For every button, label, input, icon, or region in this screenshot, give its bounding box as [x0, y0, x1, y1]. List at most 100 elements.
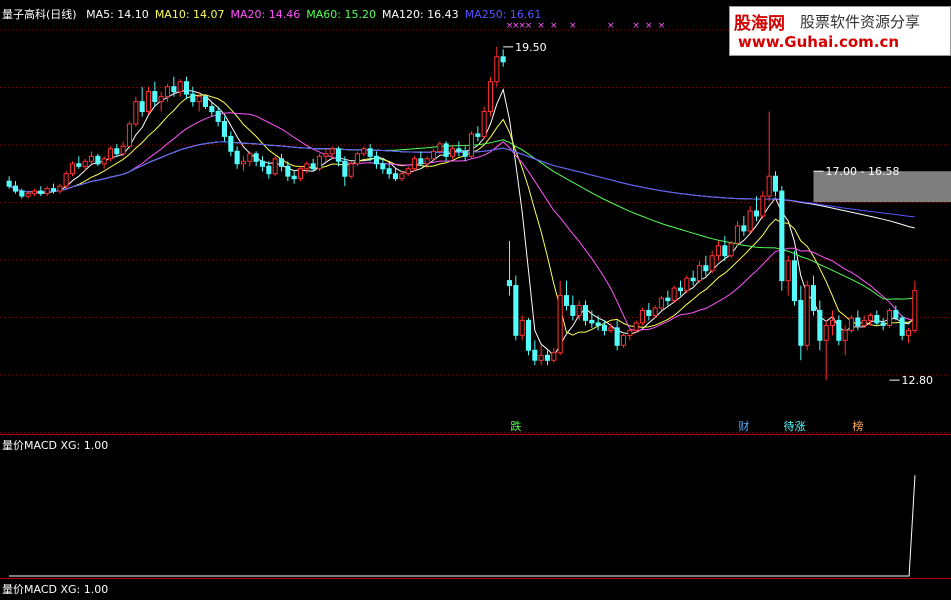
- candle-up: [196, 96, 202, 103]
- candle-down: [386, 168, 392, 175]
- candle-up: [867, 315, 874, 321]
- candle-up: [272, 158, 278, 175]
- candle-up: [728, 242, 734, 257]
- price-annotation-gap: 17.00 - 16.58: [826, 165, 900, 178]
- event-label: 待涨: [784, 419, 806, 433]
- candle-down: [532, 349, 538, 361]
- candle-up: [639, 310, 646, 324]
- candle-up: [240, 160, 246, 165]
- candle-down: [367, 148, 373, 157]
- candle-down: [50, 188, 57, 192]
- candle-down: [753, 210, 760, 217]
- signal-marker: ×: [607, 21, 615, 31]
- candle-down: [259, 160, 265, 167]
- candle-up: [424, 158, 430, 165]
- main-chart-header: 量子高科(日线) MA5: 14.10 MA10: 14.07 MA20: 14.4…: [2, 6, 553, 22]
- candle-up: [627, 329, 633, 336]
- candle-up: [684, 277, 690, 292]
- candle-up: [709, 255, 715, 272]
- candle-up: [557, 295, 563, 354]
- candle-down: [266, 165, 272, 175]
- candle-up: [329, 148, 335, 155]
- candle-up: [912, 290, 918, 331]
- moving-average-lines: [9, 87, 916, 357]
- ma10-line: [9, 94, 916, 336]
- signal-marker: ×: [658, 21, 666, 31]
- candle-down: [373, 155, 379, 165]
- candle-up: [57, 185, 63, 192]
- candle-up: [608, 327, 614, 331]
- candle-up: [468, 133, 474, 157]
- watermark-brand: 股海网: [734, 14, 785, 34]
- candle-up: [126, 123, 133, 147]
- candle-up: [658, 297, 665, 309]
- candle-down: [589, 319, 595, 324]
- candle-up: [25, 193, 31, 197]
- candle-up: [576, 305, 582, 316]
- candle-down: [234, 150, 240, 165]
- candle-up: [304, 163, 310, 170]
- candle-up: [715, 245, 722, 257]
- candle-up: [620, 334, 627, 346]
- candle-down: [456, 148, 462, 152]
- candle-up: [538, 354, 544, 361]
- candle-up: [671, 287, 677, 302]
- candle-down: [38, 190, 44, 195]
- candle-down: [791, 260, 798, 302]
- candle-up: [247, 153, 253, 162]
- candle-down: [285, 165, 291, 177]
- candle-down: [418, 158, 424, 165]
- candle-down: [880, 322, 886, 326]
- candle-down: [646, 310, 652, 316]
- candle-down: [171, 86, 177, 93]
- candle-up: [494, 56, 500, 83]
- candle-down: [380, 163, 386, 170]
- candle-up: [905, 329, 912, 336]
- ma-label-2: MA20: 14.46: [230, 8, 301, 21]
- candle-down: [152, 91, 158, 102]
- candle-up: [734, 225, 741, 244]
- candle-down: [601, 324, 608, 331]
- candle-down: [215, 111, 221, 122]
- candle-up: [551, 352, 557, 361]
- candle-down: [665, 297, 671, 302]
- candle-up: [848, 317, 855, 331]
- event-label: 跌: [510, 419, 521, 433]
- candle-down: [183, 81, 189, 95]
- candle-up: [164, 86, 170, 98]
- candle-up: [107, 148, 114, 160]
- indicator-line: [9, 475, 916, 577]
- candle-down: [513, 285, 519, 336]
- candle-down: [462, 150, 468, 157]
- candle-down: [221, 121, 227, 137]
- price-annotation-low: 12.80: [902, 374, 934, 387]
- indicator-header: 量价MACD XG: 1.00: [2, 439, 109, 452]
- candle-down: [443, 143, 449, 157]
- candle-down: [614, 327, 620, 346]
- candle-down: [855, 317, 861, 326]
- candle-up: [348, 163, 354, 177]
- candle-down: [570, 305, 576, 316]
- candle-up: [430, 150, 436, 160]
- candle-down: [228, 135, 234, 152]
- watermark-slogan: 股票软件资源分享: [800, 13, 921, 31]
- candle-down: [595, 322, 601, 326]
- candle-up: [158, 96, 164, 103]
- candle-up: [823, 324, 829, 341]
- candlesticks: [6, 46, 918, 381]
- footer-indicator-header: 量价MACD XG: 1.00: [2, 583, 109, 596]
- candle-up: [101, 158, 107, 165]
- candle-up: [69, 163, 76, 175]
- ma120-line: [9, 141, 915, 229]
- candle-up: [316, 155, 322, 170]
- candle-up: [82, 160, 88, 167]
- candle-down: [139, 101, 145, 112]
- candle-down: [779, 190, 785, 282]
- candle-up: [177, 81, 183, 93]
- candle-up: [411, 158, 417, 170]
- candle-up: [747, 210, 753, 232]
- candle-down: [253, 153, 259, 162]
- ma-label-3: MA60: 15.20: [306, 8, 376, 21]
- candle-down: [76, 163, 82, 167]
- candle-down: [874, 315, 880, 324]
